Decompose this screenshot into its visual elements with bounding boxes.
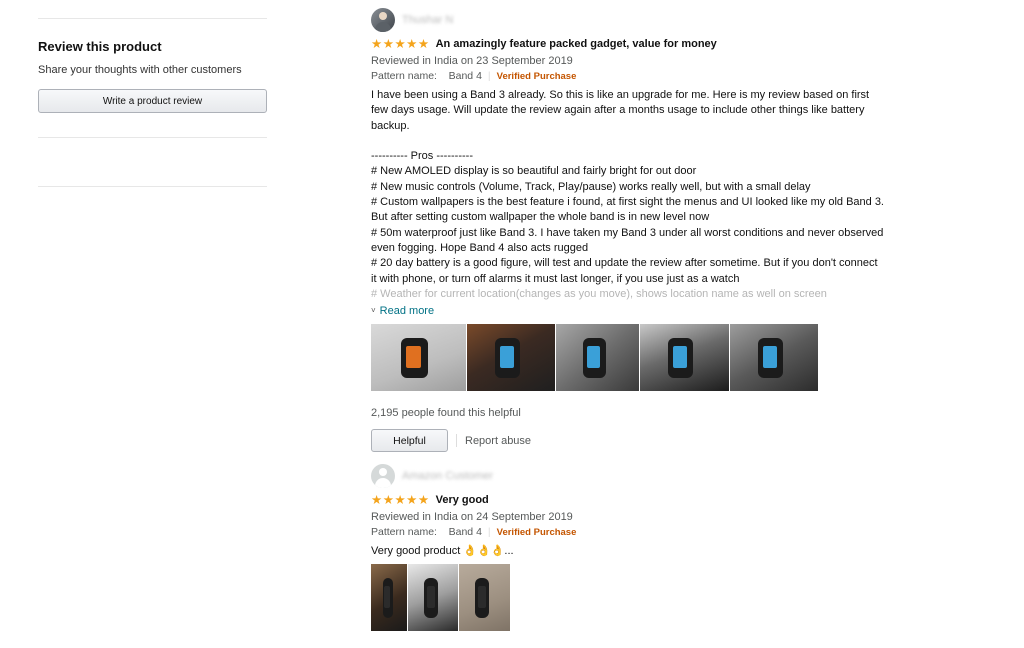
divider xyxy=(38,137,267,138)
band-screen xyxy=(406,346,421,369)
read-more-link[interactable]: ˅ Read more xyxy=(371,303,891,318)
star-icon: ★ xyxy=(406,37,418,51)
review-card: Amazon Customer ★ ★ ★ ★ ★ Very good Reviewed… xyxy=(371,464,891,632)
review-image-band-keyboard[interactable] xyxy=(640,324,729,392)
review-text-line: few days usage. Will update the review a… xyxy=(371,104,865,117)
star-icon: ★ xyxy=(382,37,394,51)
review-text-line: # Custom wallpapers is the best feature … xyxy=(371,196,884,209)
review-text-line: # New music controls (Volume, Track, Pla… xyxy=(371,180,811,193)
pattern-info: Pattern name: Band 4 | Verified Purchase xyxy=(371,69,891,84)
star-rating[interactable]: ★ ★ ★ ★ ★ xyxy=(371,37,430,51)
review-image-band-colorful[interactable] xyxy=(730,324,818,392)
write-review-button[interactable]: Write a product review xyxy=(38,89,267,113)
avatar[interactable] xyxy=(371,464,395,488)
separator xyxy=(456,434,457,448)
star-icon: ★ xyxy=(417,37,430,51)
review-images xyxy=(371,324,891,392)
band-screen xyxy=(500,346,514,369)
review-image-band-charger[interactable] xyxy=(371,324,466,392)
review-text-line: # 50m waterproof just like Band 3. I hav… xyxy=(371,226,884,239)
review-date: Reviewed in India on 24 September 2019 xyxy=(371,511,573,523)
band-screen xyxy=(384,586,390,609)
divider xyxy=(38,18,267,19)
helpful-count: 2,195 people found this helpful xyxy=(371,407,521,420)
report-abuse-link[interactable]: Report abuse xyxy=(465,435,531,447)
review-title[interactable]: An amazingly feature packed gadget, valu… xyxy=(436,38,717,50)
review-text-line: even fogging. Hope Band 4 also acts rugg… xyxy=(371,241,589,254)
verified-purchase-badge[interactable]: Verified Purchase xyxy=(497,69,577,84)
pattern-label: Pattern name: xyxy=(371,526,437,538)
star-rating[interactable]: ★ ★ ★ ★ ★ xyxy=(371,493,430,507)
band-screen xyxy=(673,346,687,369)
avatar[interactable] xyxy=(371,8,395,32)
review-text-line: # 20 day battery is a good figure, will … xyxy=(371,257,878,270)
chevron-down-icon: ˅ xyxy=(371,306,376,316)
review-card: Thushar N ★ ★ ★ ★ ★ An amazingly feature pac… xyxy=(371,8,891,453)
star-icon: ★ xyxy=(394,37,406,51)
star-icon: ★ xyxy=(406,493,418,507)
verified-purchase-badge[interactable]: Verified Purchase xyxy=(497,525,577,540)
review-image-band-on-wrist[interactable] xyxy=(467,324,555,392)
read-more-label: Read more xyxy=(379,304,435,317)
reviewer-profile[interactable]: Amazon Customer xyxy=(371,464,891,488)
reviewer-name[interactable]: Amazon Customer xyxy=(402,470,493,482)
pattern-value: Band 4 xyxy=(448,70,482,82)
review-date: Reviewed in India on 23 September 2019 xyxy=(371,55,573,67)
review-text-line: Very good product 👌👌👌... xyxy=(371,545,514,557)
pattern-value: Band 4 xyxy=(448,526,482,538)
band-screen xyxy=(478,586,486,609)
review-this-product-heading: Review this product xyxy=(38,39,162,54)
band-screen xyxy=(763,346,777,369)
band-screen xyxy=(427,586,435,609)
star-icon: ★ xyxy=(371,37,383,51)
review-text-line: ---------- Pros ---------- xyxy=(371,150,473,163)
review-image-band-in-hand[interactable] xyxy=(556,324,639,392)
helpful-button[interactable]: Helpful xyxy=(371,429,448,453)
review-text-line: I have been using a Band 3 already. So t… xyxy=(371,89,870,101)
review-body: Very good product 👌👌👌... xyxy=(371,544,886,559)
star-icon: ★ xyxy=(417,493,430,507)
review-image-band-box[interactable] xyxy=(408,564,458,632)
review-image-band-flat[interactable] xyxy=(459,564,510,632)
review-text-line: # New AMOLED display is so beautiful and… xyxy=(371,165,697,178)
review-subtitle: Share your thoughts with other customers xyxy=(38,64,242,76)
separator: | xyxy=(487,70,491,82)
review-text-line: # Weather for current location(changes a… xyxy=(371,287,827,300)
review-body: I have been using a Band 3 already. So t… xyxy=(371,88,886,302)
pattern-info: Pattern name: Band 4 | Verified Purchase xyxy=(371,525,891,540)
review-images xyxy=(371,564,891,632)
reviewer-profile[interactable]: Thushar N xyxy=(371,8,891,32)
review-text-line: But after setting custom wallpaper the w… xyxy=(371,211,710,224)
divider xyxy=(38,186,267,187)
separator: | xyxy=(487,526,491,538)
pattern-label: Pattern name: xyxy=(371,70,437,82)
band-screen xyxy=(587,346,600,369)
reviewer-name[interactable]: Thushar N xyxy=(402,14,453,26)
star-icon: ★ xyxy=(382,493,394,507)
review-title[interactable]: Very good xyxy=(436,494,489,506)
review-text-line: backup. xyxy=(371,119,410,132)
review-image-unboxing[interactable] xyxy=(371,564,407,632)
review-text-line xyxy=(371,134,886,149)
star-icon: ★ xyxy=(394,493,406,507)
review-text-line: it with phone, or turn off alarms it mus… xyxy=(371,272,740,285)
star-icon: ★ xyxy=(371,493,383,507)
